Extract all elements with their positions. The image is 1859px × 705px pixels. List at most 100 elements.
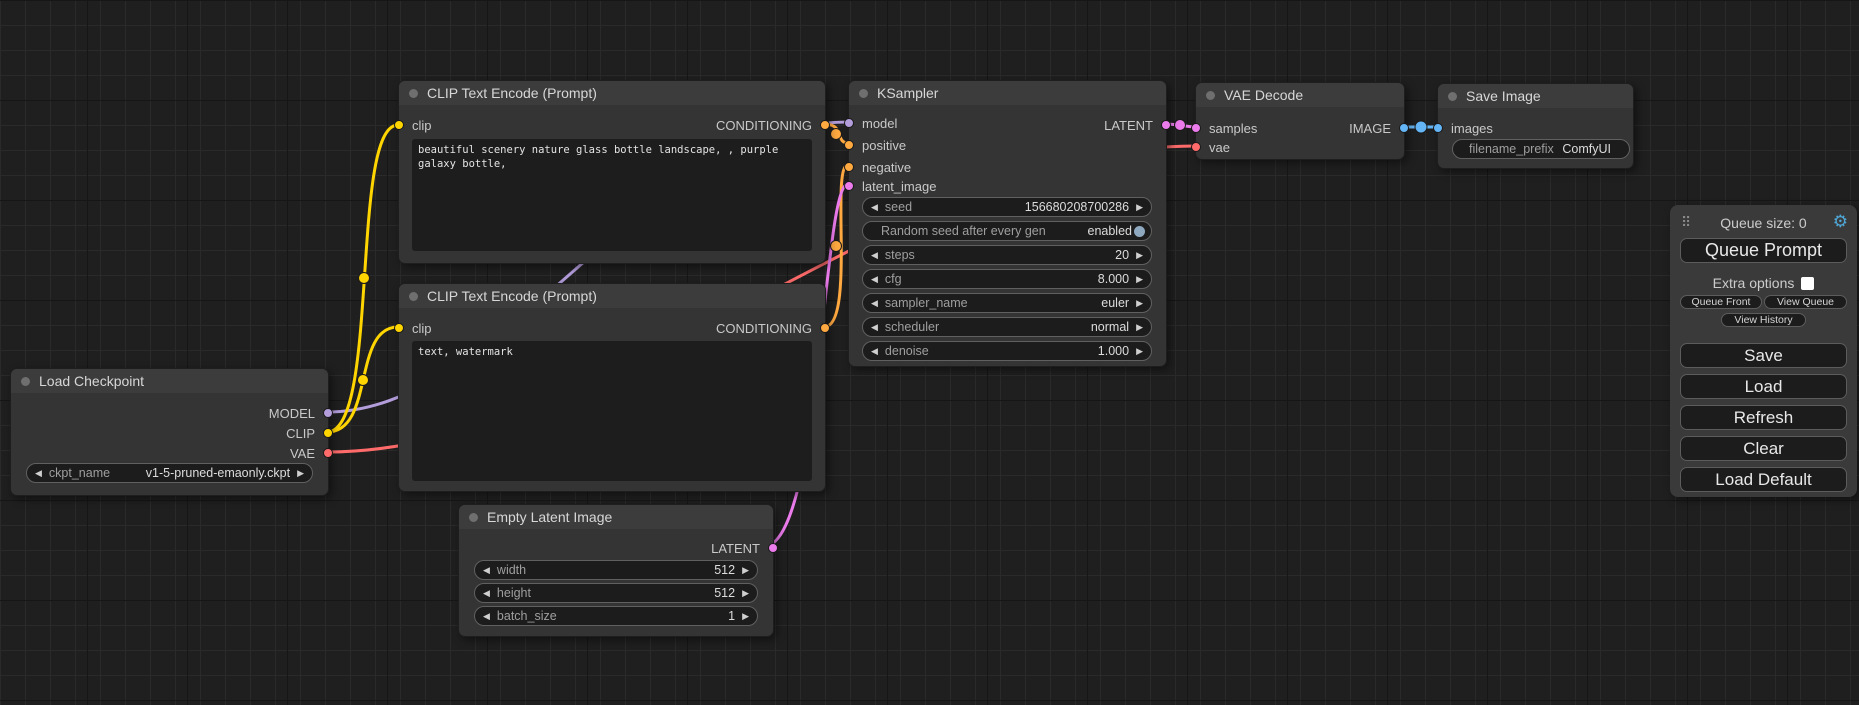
collapse-dot-icon[interactable] xyxy=(1206,91,1215,100)
widget-value: enabled xyxy=(1088,224,1133,238)
queue-front-button[interactable]: Queue Front xyxy=(1680,295,1762,309)
decrement-arrow-icon[interactable]: ◀ xyxy=(871,274,878,285)
vae-input-dot[interactable] xyxy=(1191,142,1201,152)
collapse-dot-icon[interactable] xyxy=(1448,92,1457,101)
increment-arrow-icon[interactable]: ▶ xyxy=(1136,298,1143,309)
conditioning-output-dot[interactable] xyxy=(820,120,830,130)
images-input-dot[interactable] xyxy=(1433,123,1443,133)
conditioning-output-dot[interactable] xyxy=(820,323,830,333)
queue-prompt-button[interactable]: Queue Prompt xyxy=(1680,238,1847,263)
node-title-bar[interactable]: Empty Latent Image xyxy=(459,505,773,529)
negative-input-dot[interactable] xyxy=(844,162,854,172)
random-seed-widget[interactable]: Random seed after every gen enabled xyxy=(862,221,1152,241)
output-slot-conditioning: CONDITIONING xyxy=(716,318,825,338)
collapse-dot-icon[interactable] xyxy=(21,377,30,386)
extra-options-checkbox[interactable] xyxy=(1801,277,1814,290)
refresh-button[interactable]: Refresh xyxy=(1680,405,1847,430)
samples-input-dot[interactable] xyxy=(1191,123,1201,133)
filename-prefix-widget[interactable]: filename_prefix ComfyUI xyxy=(1452,139,1630,159)
clip-output-dot[interactable] xyxy=(323,428,333,438)
node-clip-text-encode-negative[interactable]: CLIP Text Encode (Prompt) clip CONDITION… xyxy=(398,283,826,492)
scheduler-widget[interactable]: ◀ scheduler normal ▶ xyxy=(862,317,1152,337)
increment-arrow-icon[interactable]: ▶ xyxy=(1136,346,1143,357)
link-midpoint-dot[interactable] xyxy=(358,375,369,386)
decrement-arrow-icon[interactable]: ◀ xyxy=(871,322,878,333)
link-midpoint-dot[interactable] xyxy=(359,273,370,284)
denoise-widget[interactable]: ◀ denoise 1.000 ▶ xyxy=(862,341,1152,361)
slot-label: LATENT xyxy=(711,541,760,556)
link-midpoint-dot[interactable] xyxy=(1175,120,1186,131)
ckpt-name-widget[interactable]: ◀ ckpt_name v1-5-pruned-emaonly.ckpt ▶ xyxy=(26,463,313,483)
node-title-bar[interactable]: CLIP Text Encode (Prompt) xyxy=(399,81,825,105)
load-default-button[interactable]: Load Default xyxy=(1680,467,1847,492)
slot-label: CONDITIONING xyxy=(716,118,812,133)
latent-output-dot[interactable] xyxy=(768,543,778,553)
seed-widget[interactable]: ◀ seed 156680208700286 ▶ xyxy=(862,197,1152,217)
settings-gear-icon[interactable]: ⚙ xyxy=(1833,212,1848,232)
steps-widget[interactable]: ◀ steps 20 ▶ xyxy=(862,245,1152,265)
save-button[interactable]: Save xyxy=(1680,343,1847,368)
increment-arrow-icon[interactable]: ▶ xyxy=(1136,202,1143,213)
cfg-widget[interactable]: ◀ cfg 8.000 ▶ xyxy=(862,269,1152,289)
decrement-arrow-icon[interactable]: ◀ xyxy=(871,298,878,309)
node-title-bar[interactable]: KSampler xyxy=(849,81,1166,105)
increment-arrow-icon[interactable]: ▶ xyxy=(742,588,749,599)
toggle-circle-icon[interactable] xyxy=(1134,226,1145,237)
prompt-text-area[interactable]: beautiful scenery nature glass bottle la… xyxy=(412,139,812,251)
positive-input-dot[interactable] xyxy=(844,140,854,150)
node-vae-decode[interactable]: VAE Decode samples IMAGE vae xyxy=(1195,82,1405,160)
link-midpoint-dot[interactable] xyxy=(1415,121,1427,133)
node-graph-canvas[interactable]: Load Checkpoint MODEL CLIP VAE ◀ ckpt_na… xyxy=(0,0,1859,705)
latent-output-dot[interactable] xyxy=(1161,120,1171,130)
node-empty-latent-image[interactable]: Empty Latent Image LATENT ◀ width 512 ▶ … xyxy=(458,504,774,637)
image-output-dot[interactable] xyxy=(1399,123,1409,133)
decrement-arrow-icon[interactable]: ◀ xyxy=(871,346,878,357)
model-output-dot[interactable] xyxy=(323,408,333,418)
node-title-bar[interactable]: VAE Decode xyxy=(1196,83,1404,107)
increment-arrow-icon[interactable]: ▶ xyxy=(742,611,749,622)
increment-arrow-icon[interactable]: ▶ xyxy=(1136,322,1143,333)
node-title: Load Checkpoint xyxy=(39,373,144,389)
model-input-dot[interactable] xyxy=(844,118,854,128)
increment-arrow-icon[interactable]: ▶ xyxy=(297,468,304,479)
node-title-bar[interactable]: Save Image xyxy=(1438,84,1633,108)
latent-image-input-dot[interactable] xyxy=(844,181,854,191)
node-ksampler[interactable]: KSampler model LATENT positive negative … xyxy=(848,80,1167,367)
vae-output-dot[interactable] xyxy=(323,448,333,458)
width-widget[interactable]: ◀ width 512 ▶ xyxy=(474,560,758,580)
increment-arrow-icon[interactable]: ▶ xyxy=(742,565,749,576)
view-queue-button[interactable]: View Queue xyxy=(1764,295,1847,309)
drag-handle-icon[interactable]: ⠿ xyxy=(1681,214,1691,230)
clip-input-dot[interactable] xyxy=(394,323,404,333)
collapse-dot-icon[interactable] xyxy=(409,89,418,98)
decrement-arrow-icon[interactable]: ◀ xyxy=(483,611,490,622)
node-save-image[interactable]: Save Image images filename_prefix ComfyU… xyxy=(1437,83,1634,169)
link-midpoint-dot[interactable] xyxy=(831,241,842,252)
sampler-name-widget[interactable]: ◀ sampler_name euler ▶ xyxy=(862,293,1152,313)
height-widget[interactable]: ◀ height 512 ▶ xyxy=(474,583,758,603)
increment-arrow-icon[interactable]: ▶ xyxy=(1136,250,1143,261)
clip-input-dot[interactable] xyxy=(394,120,404,130)
view-history-button[interactable]: View History xyxy=(1721,313,1806,327)
prompt-text-area[interactable]: text, watermark xyxy=(412,341,812,481)
batch-size-widget[interactable]: ◀ batch_size 1 ▶ xyxy=(474,606,758,626)
link-midpoint-dot[interactable] xyxy=(831,129,842,140)
collapse-dot-icon[interactable] xyxy=(859,89,868,98)
node-clip-text-encode-positive[interactable]: CLIP Text Encode (Prompt) clip CONDITION… xyxy=(398,80,826,264)
decrement-arrow-icon[interactable]: ◀ xyxy=(35,468,42,479)
widget-label: width xyxy=(497,563,526,577)
node-title-bar[interactable]: CLIP Text Encode (Prompt) xyxy=(399,284,825,308)
node-load-checkpoint[interactable]: Load Checkpoint MODEL CLIP VAE ◀ ckpt_na… xyxy=(10,368,329,496)
decrement-arrow-icon[interactable]: ◀ xyxy=(871,250,878,261)
decrement-arrow-icon[interactable]: ◀ xyxy=(483,565,490,576)
decrement-arrow-icon[interactable]: ◀ xyxy=(483,588,490,599)
collapse-dot-icon[interactable] xyxy=(469,513,478,522)
slot-label: MODEL xyxy=(269,406,315,421)
collapse-dot-icon[interactable] xyxy=(409,292,418,301)
increment-arrow-icon[interactable]: ▶ xyxy=(1136,274,1143,285)
widget-label: denoise xyxy=(885,344,929,358)
load-button[interactable]: Load xyxy=(1680,374,1847,399)
clear-button[interactable]: Clear xyxy=(1680,436,1847,461)
decrement-arrow-icon[interactable]: ◀ xyxy=(871,202,878,213)
node-title-bar[interactable]: Load Checkpoint xyxy=(11,369,328,393)
